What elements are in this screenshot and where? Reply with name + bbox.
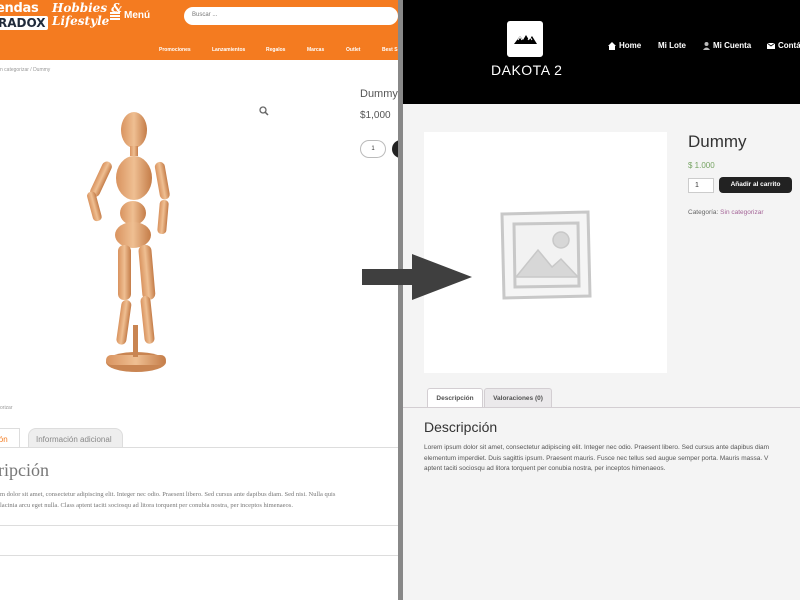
description-text: m dolor sit amet, consectetur adipiscing… (0, 489, 398, 511)
nav-home-label: Home (619, 41, 642, 50)
quantity-input[interactable]: 1 (688, 178, 714, 193)
nav-mi-cuenta[interactable]: Mi Cuenta (703, 41, 751, 50)
old-site-panel: endas RADOX Hobbies & Lifestyle Menú Bus… (0, 0, 398, 600)
tabs-divider (403, 407, 800, 408)
logo-text-bottom: RADOX (0, 16, 48, 30)
product-title: Dummy (688, 132, 747, 151)
mountain-icon (514, 35, 537, 44)
zoom-icon[interactable] (259, 106, 269, 116)
nav-mi-lote[interactable]: Mi Lote (658, 41, 686, 50)
description-text: Lorem ipsum dolor sit amet, consectetur … (424, 443, 800, 475)
arrow-right-icon (362, 254, 472, 300)
menu-button[interactable]: Menú (110, 10, 150, 21)
description-line-2: elementum imperdiet. Duis sagittis ipsum… (424, 454, 769, 462)
breadcrumb[interactable]: n categorizar / Dummy (0, 67, 50, 73)
brand-name[interactable]: DAKOTA 2 (491, 62, 562, 78)
product-price: $ 1.000 (688, 161, 715, 170)
nav-mi-lote-label: Mi Lote (658, 41, 686, 50)
logo-text-top: endas (0, 1, 39, 16)
nav-item-regalos[interactable]: Regalos (266, 47, 285, 53)
product-price: $1,000 (360, 110, 391, 121)
product-title: Dummy (360, 88, 398, 100)
image-placeholder-icon (500, 210, 592, 300)
nav-item-promociones[interactable]: Promociones (159, 47, 191, 53)
user-icon (703, 41, 710, 50)
orange-header: endas RADOX Hobbies & Lifestyle Menú Bus… (0, 0, 398, 60)
description-line-1: m dolor sit amet, consectetur adipiscing… (0, 491, 336, 498)
tab-informacion-adicional[interactable]: Información adicional (28, 428, 123, 448)
black-header: DAKOTA 2 Home Mi Lote Mi Cuenta Contá (403, 0, 800, 104)
nav-item-marcas[interactable]: Marcas (307, 47, 324, 53)
description-line-2: lacinia arcu eget nulla. Class aptent ta… (0, 502, 293, 509)
store-logo[interactable]: endas RADOX (0, 0, 48, 32)
nav-item-outlet[interactable]: Outlet (346, 47, 360, 53)
description-line-3: aptent taciti sociosqu ad litora torquen… (424, 465, 666, 472)
quantity-input[interactable]: 1 (360, 140, 386, 158)
nav-contacto[interactable]: Contá (767, 41, 800, 50)
product-image-placeholder[interactable] (424, 132, 667, 373)
tab-descripcion[interactable]: Descripción (427, 388, 483, 408)
nav-contacto-label: Contá (778, 41, 800, 50)
dakota-logo[interactable] (507, 21, 543, 57)
category-label: Categoría: (688, 209, 719, 216)
nav-item-best-sellers[interactable]: Best S (382, 47, 398, 53)
category-link[interactable]: Sin categorizar (720, 209, 763, 216)
description-heading: Descripción (424, 419, 498, 435)
product-category: Categoría: Sin categorizar (688, 209, 764, 216)
hamburger-icon (110, 11, 120, 20)
add-to-cart-button[interactable]: Añadir al carrito (719, 177, 792, 193)
description-line-1: Lorem ipsum dolor sit amet, consectetur … (424, 444, 770, 451)
section-divider (0, 555, 398, 556)
tab-descripcion[interactable]: ción (0, 428, 20, 448)
nav-home[interactable]: Home (608, 41, 641, 50)
tabs-divider (0, 447, 398, 448)
envelope-icon (767, 42, 775, 49)
nav-mi-cuenta-label: Mi Cuenta (713, 41, 752, 50)
nav-item-lanzamientos[interactable]: Lanzamientos (212, 47, 245, 53)
new-site-panel: DAKOTA 2 Home Mi Lote Mi Cuenta Contá Du… (403, 0, 800, 600)
menu-label: Menú (124, 10, 151, 21)
description-heading: ripción (0, 460, 49, 480)
tab-valoraciones[interactable]: Valoraciones (0) (484, 388, 552, 408)
search-input[interactable]: Buscar ... (184, 7, 398, 25)
mannequin-product-image[interactable] (78, 100, 188, 385)
home-icon (608, 41, 616, 50)
section-divider (0, 525, 398, 526)
category-link[interactable]: orizar (0, 405, 13, 411)
